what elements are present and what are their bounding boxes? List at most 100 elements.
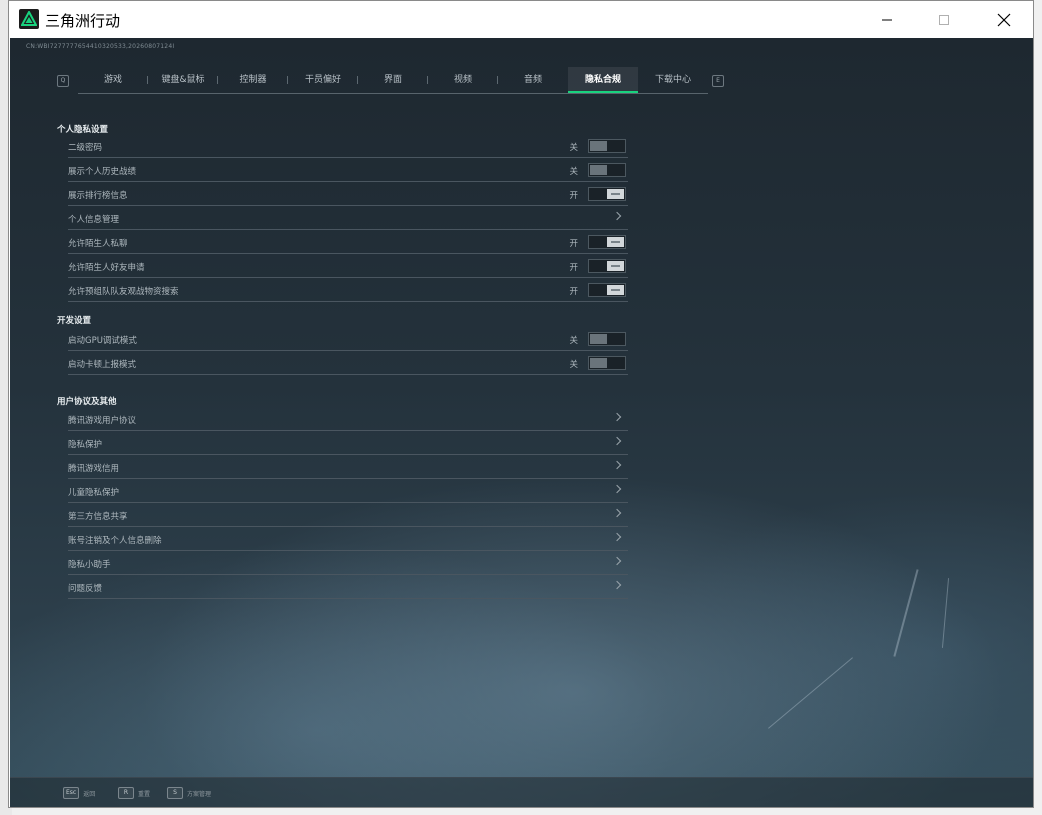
setting-row[interactable]: 展示排行榜信息 开: [68, 182, 628, 206]
tab-7[interactable]: 音频: [498, 67, 568, 93]
toggle-switch[interactable]: [588, 235, 626, 249]
close-icon: [997, 13, 1011, 26]
toggle-knob: [590, 141, 607, 151]
tab-5[interactable]: 界面: [358, 67, 428, 93]
hint-label: 方案管理: [187, 790, 212, 798]
chevron-right-icon: [612, 556, 622, 566]
setting-row[interactable]: 第三方信息共享: [68, 503, 628, 527]
decor-streak: [941, 578, 950, 648]
setting-row[interactable]: 腾讯游戏用户协议: [68, 407, 628, 431]
minimize-icon: [882, 19, 892, 20]
maximize-icon: [939, 14, 949, 25]
decor-streak: [893, 569, 919, 657]
hint-label: 重置: [138, 790, 151, 798]
chevron-right-icon: [612, 532, 622, 542]
window-title: 三角洲行动: [45, 12, 121, 30]
setting-row[interactable]: 个人信息管理: [68, 206, 628, 230]
toggle-switch[interactable]: [588, 356, 626, 370]
toggle-knob: [607, 189, 624, 199]
toggle-knob: [590, 358, 607, 368]
section-title-agreements: 用户协议及其他: [57, 397, 117, 407]
chevron-right-icon: [612, 436, 622, 446]
chevron-right-icon: [612, 211, 622, 221]
setting-label: 展示排行榜信息: [68, 191, 128, 201]
toggle-state-label: 关: [569, 167, 578, 177]
setting-row[interactable]: 腾讯游戏信用: [68, 455, 628, 479]
setting-label: 允许预组队队友观战物资搜索: [68, 287, 179, 297]
toggle-state-label: 开: [569, 287, 578, 297]
toggle-state-label: 开: [569, 191, 578, 201]
toggle-switch[interactable]: [588, 259, 626, 273]
setting-row[interactable]: 隐私保护: [68, 431, 628, 455]
tab-3[interactable]: 控制器: [218, 67, 288, 93]
setting-label: 儿童隐私保护: [68, 488, 120, 498]
minimize-button[interactable]: [862, 1, 912, 38]
setting-row[interactable]: 启动GPU调试模式 关: [68, 327, 628, 351]
toggle-state-label: 关: [569, 336, 578, 346]
toggle-knob: [590, 334, 607, 344]
app-window: 三角洲行动 CN:WBI7277777654410320533,20260807…: [8, 0, 1034, 808]
setting-label: 个人信息管理: [68, 215, 120, 225]
tab-6[interactable]: 视频: [428, 67, 498, 93]
setting-row[interactable]: 展示个人历史战绩 关: [68, 158, 628, 182]
hint-3[interactable]: S 方案管理: [167, 787, 211, 799]
toggle-knob: [607, 261, 624, 271]
setting-label: 展示个人历史战绩: [68, 167, 137, 177]
setting-row[interactable]: 允许陌生人私聊 开: [68, 230, 628, 254]
setting-label: 允许陌生人私聊: [68, 239, 128, 249]
toggle-switch[interactable]: [588, 163, 626, 177]
hint-key: R: [118, 787, 134, 799]
setting-label: 启动卡顿上报模式: [68, 360, 137, 370]
setting-row[interactable]: 允许陌生人好友申请 开: [68, 254, 628, 278]
toggle-switch[interactable]: [588, 187, 626, 201]
toggle-switch[interactable]: [588, 139, 626, 153]
chevron-right-icon: [612, 412, 622, 422]
setting-label: 二级密码: [68, 143, 103, 153]
game-settings-screen: CN:WBI7277777654410320533,20260807124I Q…: [10, 38, 1033, 807]
next-tab-key[interactable]: E: [712, 75, 724, 87]
setting-label: 隐私保护: [68, 440, 103, 450]
tab-1[interactable]: 游戏: [78, 67, 148, 93]
setting-label: 启动GPU调试模式: [68, 336, 137, 346]
build-info: CN:WBI7277777654410320533,20260807124I: [26, 43, 175, 50]
setting-row[interactable]: 二级密码 关: [68, 134, 628, 158]
hint-2[interactable]: R 重置: [118, 787, 150, 799]
setting-row[interactable]: 儿童隐私保护: [68, 479, 628, 503]
tab-2[interactable]: 键盘&鼠标: [148, 67, 218, 93]
toggle-state-label: 关: [569, 143, 578, 153]
chevron-right-icon: [612, 580, 622, 590]
hint-1[interactable]: Esc 返回: [63, 787, 95, 799]
setting-label: 允许陌生人好友申请: [68, 263, 145, 273]
chevron-right-icon: [612, 508, 622, 518]
toggle-state-label: 开: [569, 263, 578, 273]
tab-9[interactable]: 下载中心: [638, 67, 708, 93]
hint-key: S: [167, 787, 183, 799]
bottom-hint-bar: Esc 返回 R 重置 S 方案管理: [10, 777, 1033, 807]
setting-row[interactable]: 账号注销及个人信息删除: [68, 527, 628, 551]
toggle-switch[interactable]: [588, 332, 626, 346]
chevron-right-icon: [612, 460, 622, 470]
setting-label: 腾讯游戏用户协议: [68, 416, 137, 426]
setting-row[interactable]: 问题反馈: [68, 575, 628, 599]
toggle-state-label: 开: [569, 239, 578, 249]
decor-streak: [768, 657, 853, 729]
close-button[interactable]: [979, 1, 1029, 38]
toggle-knob: [590, 165, 607, 175]
setting-row[interactable]: 隐私小助手: [68, 551, 628, 575]
setting-row[interactable]: 允许预组队队友观战物资搜索 开: [68, 278, 628, 302]
setting-label: 第三方信息共享: [68, 512, 128, 522]
setting-row[interactable]: 启动卡顿上报模式 关: [68, 351, 628, 375]
toggle-knob: [607, 285, 624, 295]
prev-tab-key[interactable]: Q: [57, 75, 69, 87]
section-title-dev: 开发设置: [57, 316, 92, 326]
toggle-knob: [607, 237, 624, 247]
chevron-right-icon: [612, 484, 622, 494]
setting-label: 问题反馈: [68, 584, 103, 594]
tab-4[interactable]: 干员偏好: [288, 67, 358, 93]
setting-label: 隐私小助手: [68, 560, 111, 570]
toggle-switch[interactable]: [588, 283, 626, 297]
tab-8[interactable]: 隐私合规: [568, 67, 638, 93]
setting-label: 腾讯游戏信用: [68, 464, 120, 474]
settings-tabs: 游戏 键盘&鼠标 控制器 干员偏好 界面 视频 音频 隐私合规 下载中心: [78, 67, 708, 94]
maximize-button[interactable]: [919, 1, 969, 38]
